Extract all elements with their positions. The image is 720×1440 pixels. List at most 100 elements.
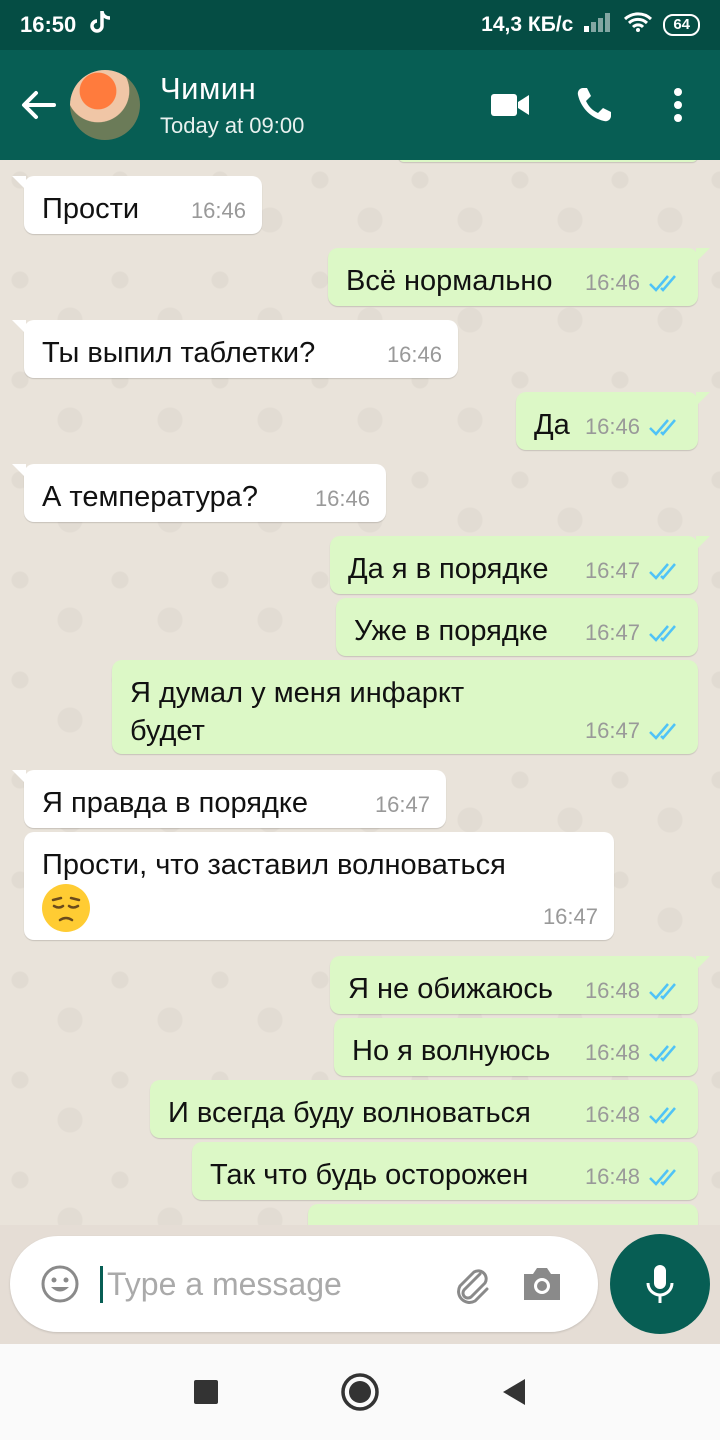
bubble-tail bbox=[696, 248, 710, 262]
message-incoming[interactable]: Ты выпил таблетки? 16:46 bbox=[12, 320, 458, 378]
read-ticks-icon bbox=[649, 983, 676, 1000]
triangle-back-icon bbox=[503, 1379, 525, 1405]
message-incoming[interactable]: Прости, что заставил волноваться 16:47 bbox=[24, 832, 614, 940]
message-text-line: Прости, что заставил волноваться bbox=[42, 849, 506, 881]
avatar[interactable] bbox=[70, 70, 140, 140]
message-text: Да bbox=[534, 409, 570, 441]
message-time: 16:48 bbox=[584, 978, 640, 1003]
contact-name: Чимин bbox=[160, 71, 257, 106]
attach-button[interactable] bbox=[448, 1260, 496, 1308]
message-time: 16:46 bbox=[190, 198, 246, 223]
message-time: 16:46 bbox=[584, 270, 640, 295]
message-outgoing[interactable]: Я не обижаюсь 16:48 bbox=[330, 956, 710, 1014]
back-button[interactable] bbox=[8, 75, 68, 135]
square-icon bbox=[194, 1380, 218, 1404]
recents-button[interactable] bbox=[184, 1370, 228, 1414]
home-button[interactable] bbox=[338, 1370, 382, 1414]
read-ticks-icon bbox=[649, 1045, 676, 1062]
message-text: А температура? bbox=[42, 481, 259, 513]
message-text: Да я в порядке bbox=[348, 553, 549, 585]
status-time: 16:50 bbox=[20, 12, 77, 37]
message-time: 16:46 bbox=[386, 342, 442, 367]
bubble-tail bbox=[12, 770, 26, 784]
attach-icon bbox=[457, 1269, 489, 1304]
message-time: 16:48 bbox=[584, 1040, 640, 1065]
message-outgoing[interactable]: Да 16:46 bbox=[516, 392, 710, 450]
battery-level: 64 bbox=[673, 16, 690, 33]
tiktok-icon bbox=[90, 9, 112, 41]
message-outgoing[interactable]: Да я в порядке 16:47 bbox=[330, 536, 710, 594]
message-time: 16:48 bbox=[584, 1164, 640, 1189]
read-ticks-icon bbox=[649, 625, 676, 642]
message-time: 16:47 bbox=[584, 620, 640, 645]
contact-info[interactable]: Чимин Today at 09:00 bbox=[160, 71, 304, 139]
battery-icon: 64 bbox=[663, 14, 700, 36]
bubble-tail bbox=[12, 464, 26, 478]
phone-call-button[interactable] bbox=[572, 83, 616, 127]
bubble-tail bbox=[696, 392, 710, 406]
message-text: И bbox=[326, 1218, 347, 1225]
message-composer bbox=[10, 1236, 598, 1332]
message-text: Но я волнуюсь bbox=[352, 1035, 551, 1067]
message-text: Прости bbox=[42, 193, 140, 225]
video-call-icon bbox=[491, 94, 529, 116]
message-time: 16:46 bbox=[314, 486, 370, 511]
message-time: 16:46 bbox=[584, 414, 640, 439]
message-incoming[interactable]: А температура? 16:46 bbox=[12, 464, 386, 522]
message-time: 16:48 bbox=[584, 1102, 640, 1127]
voice-message-button[interactable] bbox=[610, 1234, 710, 1334]
back-nav-button[interactable] bbox=[492, 1370, 536, 1414]
back-arrow-icon bbox=[22, 91, 56, 119]
system-navigation-bar bbox=[0, 1344, 720, 1440]
signal-icon bbox=[583, 11, 613, 39]
camera-button[interactable] bbox=[518, 1260, 566, 1308]
message-outgoing[interactable]: И bbox=[308, 1204, 698, 1225]
message-outgoing[interactable]: Я думал у меня инфаркт будет 16:47 bbox=[112, 660, 698, 754]
read-ticks-icon bbox=[649, 275, 676, 292]
message-text: Уже в порядке bbox=[354, 615, 548, 647]
more-vert-icon bbox=[674, 88, 682, 122]
message-incoming[interactable]: Я правда в порядке 16:47 bbox=[12, 770, 446, 828]
message-text: Ты выпил таблетки? bbox=[42, 337, 316, 369]
mic-icon bbox=[646, 1265, 674, 1303]
read-ticks-icon bbox=[649, 1107, 676, 1124]
chat-area[interactable]: Прости 16:46 Всё нормально 16:46 Ты выпи… bbox=[0, 160, 720, 1225]
circle-icon bbox=[341, 1373, 379, 1411]
message-text: Я правда в порядке bbox=[42, 787, 309, 819]
message-outgoing[interactable]: И всегда буду волноваться 16:48 bbox=[150, 1080, 698, 1138]
message-text: Я думал у меня инфаркт будет bbox=[130, 674, 650, 750]
bubble-tail bbox=[12, 320, 26, 334]
contact-status: Today at 09:00 bbox=[160, 113, 305, 138]
more-options-button[interactable] bbox=[656, 83, 700, 127]
message-time: 16:47 bbox=[542, 904, 598, 929]
message-outgoing[interactable]: Всё нормально 16:46 bbox=[328, 248, 710, 306]
pensive-face-icon bbox=[42, 884, 90, 932]
message-outgoing[interactable]: Уже в порядке 16:47 bbox=[336, 598, 698, 656]
message-outgoing[interactable]: Так что будь осторожен 16:48 bbox=[192, 1142, 698, 1200]
camera-icon bbox=[524, 1268, 560, 1300]
message-time: 16:47 bbox=[584, 718, 640, 743]
emoji-icon bbox=[41, 1265, 79, 1303]
status-bar: 16:50 14,3 КБ/с 64 bbox=[0, 0, 720, 50]
bubble-tail bbox=[12, 176, 26, 190]
message-time: 16:47 bbox=[374, 792, 430, 817]
wifi-icon bbox=[623, 11, 653, 39]
message-time: 16:47 bbox=[584, 558, 640, 583]
bubble-tail bbox=[696, 536, 710, 550]
message-text: Так что будь осторожен bbox=[210, 1159, 529, 1191]
read-ticks-icon bbox=[649, 563, 676, 580]
emoji-button[interactable] bbox=[36, 1260, 84, 1308]
phone-call-icon bbox=[577, 88, 611, 122]
chat-header: Чимин Today at 09:00 bbox=[0, 50, 720, 160]
message-text: Прости, что заставил волноваться bbox=[42, 846, 602, 932]
message-bubble-partial bbox=[398, 160, 698, 162]
message-text-line: Я думал у меня инфаркт bbox=[130, 677, 465, 709]
network-speed: 14,3 КБ/с bbox=[481, 13, 574, 36]
message-incoming[interactable]: Прости 16:46 bbox=[12, 176, 262, 234]
message-outgoing[interactable]: Но я волнуюсь 16:48 bbox=[334, 1018, 698, 1076]
message-text: Всё нормально bbox=[346, 265, 553, 297]
message-text: Я не обижаюсь bbox=[348, 973, 554, 1005]
video-call-button[interactable] bbox=[488, 83, 532, 127]
message-input[interactable] bbox=[100, 1265, 440, 1303]
message-text: И всегда буду волноваться bbox=[168, 1097, 531, 1129]
